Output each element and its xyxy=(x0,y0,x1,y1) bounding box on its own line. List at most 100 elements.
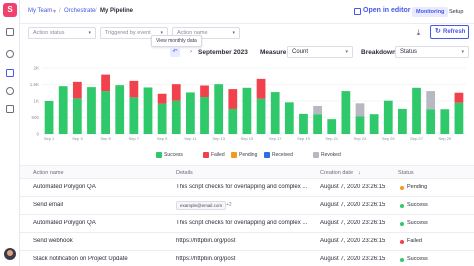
refresh-button[interactable]: ↻ Refresh xyxy=(430,25,469,39)
bar-success-16[interactable] xyxy=(256,98,266,134)
bar-success-9[interactable] xyxy=(157,103,167,134)
bar-failed-9[interactable] xyxy=(157,93,167,104)
bar-success-12[interactable] xyxy=(200,97,209,134)
x-tick-label: Sep 5 xyxy=(100,136,111,141)
bar-success-15[interactable] xyxy=(242,87,252,134)
bar-success-6[interactable] xyxy=(115,85,125,134)
open-editor-icon[interactable] xyxy=(354,8,361,15)
action-status-placeholder: Action status xyxy=(33,30,65,36)
tab-setup[interactable]: Setup xyxy=(449,7,463,17)
table-row[interactable]: Send email example@email.com +2 August 7… xyxy=(20,197,474,215)
next-month-button[interactable]: › xyxy=(186,47,196,57)
x-tick-label: Sep 1 xyxy=(44,136,55,141)
sort-arrow-icon[interactable]: ↓ xyxy=(358,170,361,176)
bar-success-18[interactable] xyxy=(284,102,294,134)
bar-failed-5[interactable] xyxy=(101,74,110,92)
month-label: September 2023 xyxy=(198,49,248,56)
app-logo[interactable]: S xyxy=(3,3,17,17)
action-name-cell: Send email xyxy=(33,202,64,208)
legend-item-success[interactable]: Success xyxy=(156,150,183,160)
y-tick-label: 2K xyxy=(33,66,39,71)
bar-failed-7[interactable] xyxy=(129,80,139,98)
bar-success-19[interactable] xyxy=(299,113,308,134)
bar-success-3[interactable] xyxy=(72,98,82,134)
action-name-cell: Send webhook xyxy=(33,238,73,244)
x-tick-label: Sep 11 xyxy=(184,136,197,141)
user-avatar[interactable] xyxy=(4,248,16,260)
bar-success-7[interactable] xyxy=(129,97,139,134)
bar-revoked-23[interactable] xyxy=(355,103,365,117)
legend-item-pending[interactable]: Pending xyxy=(231,150,257,160)
breadcrumb-team[interactable]: My Team xyxy=(28,8,52,14)
bar-failed-14[interactable] xyxy=(228,89,238,109)
breadcrumb-separator: / xyxy=(59,8,61,14)
bar-success-24[interactable] xyxy=(369,114,379,134)
plugins-icon[interactable] xyxy=(6,87,14,95)
measure-select[interactable]: Count ▾ xyxy=(287,46,353,58)
bar-failed-10[interactable] xyxy=(171,84,181,101)
bar-success-1[interactable] xyxy=(44,101,54,134)
previous-month-button[interactable]: ↶ xyxy=(170,47,180,57)
bar-revoked-20[interactable] xyxy=(313,105,322,115)
column-header-action-name[interactable]: Action name xyxy=(33,170,64,176)
legend-item-received[interactable]: Received xyxy=(264,150,293,160)
bar-success-29[interactable] xyxy=(440,109,450,134)
bar-success-22[interactable] xyxy=(341,91,351,134)
bar-success-21[interactable] xyxy=(327,119,337,134)
tab-monitoring[interactable]: Monitoring xyxy=(412,7,449,17)
table-row[interactable]: Automated Polygon QA This script checks … xyxy=(20,179,474,197)
bar-success-25[interactable] xyxy=(383,100,393,134)
column-header-creation-date[interactable]: Creation date xyxy=(320,170,353,176)
bar-success-2[interactable] xyxy=(58,86,68,134)
column-header-details[interactable]: Details xyxy=(176,170,193,176)
table-row[interactable]: Slack notification on Project Update htt… xyxy=(20,251,474,266)
bar-success-11[interactable] xyxy=(186,92,195,134)
bar-success-28[interactable] xyxy=(426,109,436,134)
stacked-bar-chart: 0 500 1K 1.5K 2K Sep 1 Sep 3 Sep 5 Sep 7 Sep 9 Sep… xyxy=(30,66,466,141)
more-recipients-count[interactable]: +2 xyxy=(226,201,232,210)
x-tick-label: Sep 29 xyxy=(438,136,451,141)
breakdown-select[interactable]: Status ▾ xyxy=(395,46,469,58)
action-name-cell: Automated Polygon QA xyxy=(33,220,96,226)
bar-success-17[interactable] xyxy=(270,92,280,134)
bar-success-5[interactable] xyxy=(101,91,110,134)
table-row[interactable]: Automated Polygon QA This script checks … xyxy=(20,215,474,233)
bar-success-26[interactable] xyxy=(398,108,407,134)
action-status-filter[interactable]: Action status ▾ xyxy=(28,27,96,39)
layers-icon[interactable] xyxy=(6,50,14,58)
status-badge: Pending xyxy=(407,184,428,190)
breadcrumb-current-page: My Pipeline xyxy=(100,8,134,14)
y-tick-label: 500 xyxy=(31,115,39,120)
x-tick-label: Sep 3 xyxy=(72,136,83,141)
bar-success-8[interactable] xyxy=(143,87,153,134)
bar-success-4[interactable] xyxy=(87,87,96,134)
download-icon[interactable]: ⤓ xyxy=(414,28,423,38)
status-dot xyxy=(400,222,404,226)
bar-failed-30[interactable] xyxy=(454,92,464,103)
bar-failed-16[interactable] xyxy=(256,78,266,99)
open-in-editor-link[interactable]: Open in editor xyxy=(363,7,410,14)
bar-success-20[interactable] xyxy=(313,114,322,134)
bar-success-30[interactable] xyxy=(454,102,464,134)
bar-success-27[interactable] xyxy=(412,87,421,134)
bar-success-10[interactable] xyxy=(171,100,181,134)
column-header-status[interactable]: Status xyxy=(398,170,414,176)
legend-item-revoked[interactable]: Revoked xyxy=(313,150,341,160)
bar-failed-3[interactable] xyxy=(72,81,82,99)
apps-grid-icon[interactable] xyxy=(6,105,14,113)
bar-revoked-28[interactable] xyxy=(426,91,436,110)
table-row[interactable]: Send webhook https://httpbin.org/post Au… xyxy=(20,233,474,251)
status-dot xyxy=(400,204,404,208)
bar-success-13[interactable] xyxy=(214,84,224,134)
bar-success-14[interactable] xyxy=(228,108,238,134)
measure-label: Measure xyxy=(260,49,287,56)
breadcrumb-orchestrate[interactable]: Orchestrate xyxy=(64,8,95,14)
home-icon[interactable] xyxy=(6,28,14,36)
bar-success-23[interactable] xyxy=(355,116,365,134)
legend-swatch xyxy=(264,152,270,158)
chevron-down-icon[interactable]: ▾ xyxy=(53,8,56,15)
legend-item-failed[interactable]: Failed xyxy=(203,150,225,160)
email-chip: example@email.com xyxy=(176,201,227,210)
bar-failed-12[interactable] xyxy=(200,85,209,98)
orchestrate-icon[interactable] xyxy=(6,69,14,77)
